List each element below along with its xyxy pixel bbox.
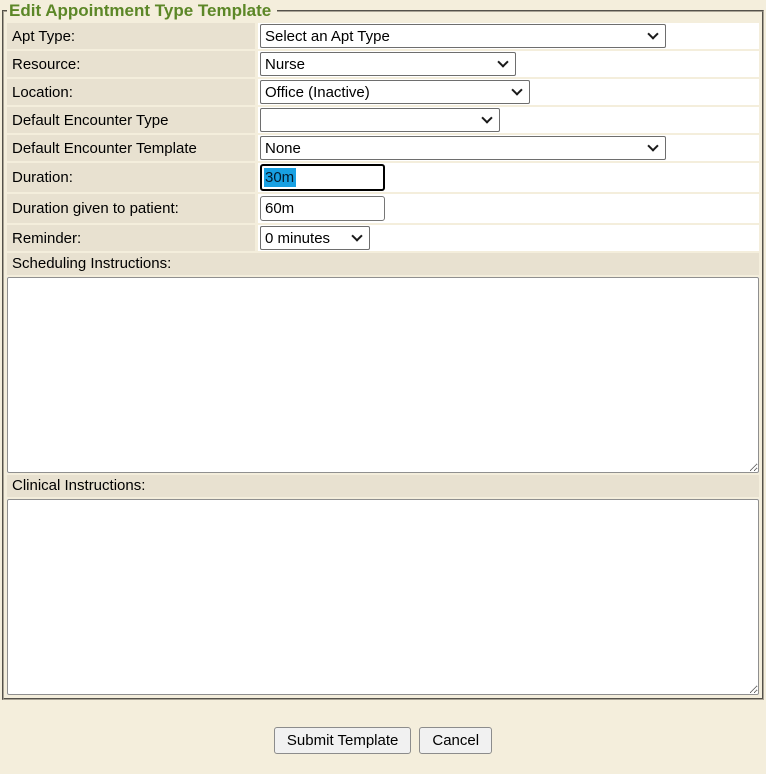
form-actions: Submit Template Cancel [0,727,766,754]
cancel-button[interactable]: Cancel [419,727,492,754]
scheduling-instructions-row [7,277,759,473]
default-encounter-template-label: Default Encounter Template [7,135,255,161]
duration-given-input[interactable] [260,196,385,221]
apt-type-select[interactable]: Select an Apt Type [260,24,666,48]
default-encounter-type-select[interactable] [260,108,500,132]
default-encounter-type-label: Default Encounter Type [7,107,255,133]
clinical-instructions-label: Clinical Instructions: [7,475,759,497]
location-select[interactable]: Office (Inactive) [260,80,530,104]
apt-type-label: Apt Type: [7,23,255,49]
scheduling-instructions-label: Scheduling Instructions: [7,253,759,275]
resource-select[interactable]: Nurse [260,52,516,76]
clinical-instructions-row [7,499,759,695]
reminder-select[interactable]: 0 minutes [260,226,370,250]
scheduling-instructions-textarea[interactable] [7,277,759,473]
form-row-reminder: Reminder: 0 minutes [7,225,759,251]
form-row-default-encounter-type: Default Encounter Type [7,107,759,133]
edit-appointment-type-fieldset: Edit Appointment Type Template Apt Type:… [2,1,764,700]
duration-given-label: Duration given to patient: [7,194,255,223]
page-title: Edit Appointment Type Template [7,1,277,21]
reminder-label: Reminder: [7,225,255,251]
form-row-location: Location: Office (Inactive) [7,79,759,105]
duration-label: Duration: [7,163,255,192]
default-encounter-template-select[interactable]: None [260,136,666,160]
form-row-duration: Duration: 30m [7,163,759,192]
clinical-instructions-textarea[interactable] [7,499,759,695]
submit-template-button[interactable]: Submit Template [274,727,411,754]
form-row-duration-given: Duration given to patient: [7,194,759,223]
location-label: Location: [7,79,255,105]
duration-selected-text: 30m [264,168,296,187]
form-row-apt-type: Apt Type: Select an Apt Type [7,23,759,49]
form-row-resource: Resource: Nurse [7,51,759,77]
resource-label: Resource: [7,51,255,77]
duration-input[interactable]: 30m [260,164,385,191]
form-row-default-encounter-template: Default Encounter Template None [7,135,759,161]
form-table: Apt Type: Select an Apt Type Resource: N… [7,23,759,695]
